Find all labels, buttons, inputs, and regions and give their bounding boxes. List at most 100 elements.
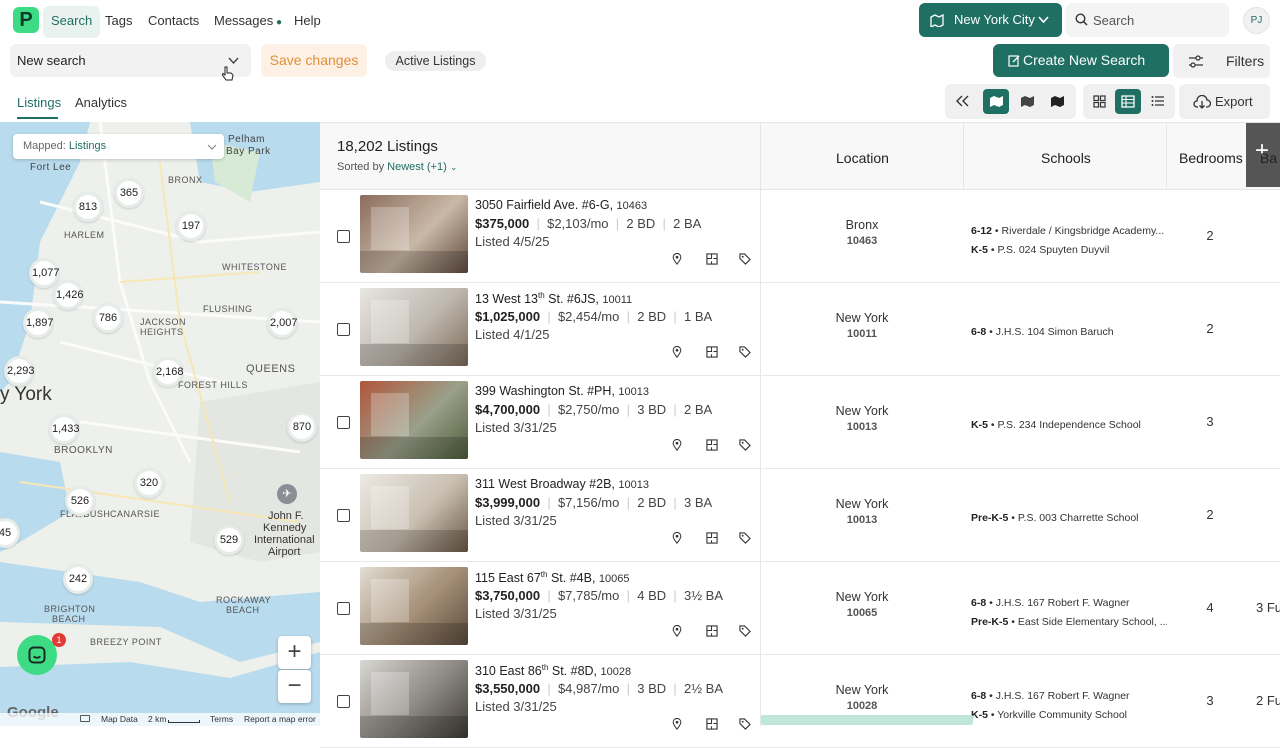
map-cluster[interactable]: 786 (93, 303, 123, 333)
map-pin-icon[interactable] (671, 532, 683, 544)
listing-date: Listed 3/31/25 (475, 699, 557, 714)
listing-photo[interactable] (360, 381, 468, 459)
listing-row[interactable]: 399 Washington St. #PH, 10013 $4,700,000… (320, 376, 1280, 469)
list-view-button[interactable] (1145, 89, 1171, 114)
nav-tags[interactable]: Tags (97, 6, 140, 38)
filters-button[interactable]: Filters (1173, 44, 1270, 78)
map-cluster[interactable]: 2,168 (153, 357, 184, 387)
table-view-button[interactable] (1115, 89, 1141, 114)
sort-control[interactable]: Sorted by Newest (+1) ⌄ (337, 161, 457, 173)
row-select-checkbox[interactable] (337, 416, 350, 429)
export-label: Export (1215, 94, 1253, 109)
listing-address-line[interactable]: 311 West Broadway #2B, 10013 (475, 477, 649, 491)
map-cluster[interactable]: 320 (134, 468, 164, 498)
row-select-checkbox[interactable] (337, 230, 350, 243)
map-cluster[interactable]: 526 (65, 486, 95, 516)
horizontal-scrollbar[interactable] (761, 715, 973, 725)
listings-map[interactable]: Pelham Bay Park Fort Lee BRONX HARLEM WH… (0, 122, 320, 726)
tag-icon[interactable] (739, 439, 751, 451)
map-cluster[interactable]: 813 (73, 192, 103, 222)
app-logo[interactable]: P (13, 7, 39, 33)
tag-icon[interactable] (739, 718, 751, 730)
tag-icon[interactable] (739, 253, 751, 265)
nav-messages[interactable]: Messages ● (206, 6, 290, 38)
tag-icon[interactable] (739, 346, 751, 358)
listing-photo[interactable] (360, 195, 468, 273)
tab-analytics[interactable]: Analytics (75, 95, 127, 110)
listing-address-line[interactable]: 13 West 13th St. #6JS, 10011 (475, 291, 632, 306)
map-pin-icon[interactable] (671, 718, 683, 730)
listing-address-line[interactable]: 399 Washington St. #PH, 10013 (475, 384, 649, 398)
map-pin-icon[interactable] (671, 439, 683, 451)
listing-address-line[interactable]: 3050 Fairfield Ave. #6-G, 10463 (475, 198, 647, 212)
map-pin-icon[interactable] (671, 625, 683, 637)
export-button[interactable]: Export (1179, 84, 1270, 119)
map-cluster[interactable]: 2,007 (267, 308, 298, 338)
city-selector-button[interactable]: New York City (919, 3, 1062, 37)
zoom-out-button[interactable]: − (278, 670, 311, 703)
user-avatar[interactable]: PJ (1243, 7, 1270, 34)
save-changes-button[interactable]: Save changes (261, 44, 367, 77)
map-half-view-button[interactable] (1014, 89, 1040, 114)
column-header-location[interactable]: Location (836, 150, 889, 166)
listing-row[interactable]: 115 East 67th St. #4B, 10065 $3,750,000 … (320, 562, 1280, 655)
nav-search[interactable]: Search (43, 6, 101, 38)
mapped-layer-select[interactable]: Mapped: Listings (13, 134, 224, 159)
row-select-checkbox[interactable] (337, 695, 350, 708)
map-terms-link[interactable]: Terms (210, 714, 233, 724)
map-cluster[interactable]: 365 (114, 178, 144, 208)
tab-listings[interactable]: Listings (17, 95, 61, 110)
map-cluster[interactable]: 529 (214, 525, 244, 555)
map-cluster[interactable]: 1,077 (29, 258, 60, 288)
add-column-button[interactable]: + Ba (1246, 123, 1280, 187)
collapse-map-button[interactable] (949, 89, 975, 114)
floorplan-icon[interactable] (706, 532, 718, 544)
floorplan-icon[interactable] (706, 346, 718, 358)
map-report-link[interactable]: Report a map error (244, 714, 316, 724)
floorplan-icon[interactable] (706, 718, 718, 730)
grid-view-button[interactable] (1086, 89, 1112, 114)
floorplan-icon[interactable] (706, 439, 718, 451)
floorplan-icon[interactable] (706, 625, 718, 637)
tag-icon[interactable] (739, 625, 751, 637)
map-pin-icon[interactable] (671, 346, 683, 358)
map-cluster[interactable]: 1,433 (49, 414, 80, 444)
chat-launcher-button[interactable] (17, 635, 57, 675)
listing-address-line[interactable]: 310 East 86th St. #8D, 10028 (475, 663, 631, 678)
map-split-view-button[interactable] (983, 89, 1009, 114)
global-search-input[interactable]: Search (1066, 3, 1229, 37)
tag-icon[interactable] (739, 532, 751, 544)
floorplan-icon[interactable] (706, 253, 718, 265)
listing-row[interactable]: 311 West Broadway #2B, 10013 $3,999,000 … (320, 469, 1280, 562)
row-select-checkbox[interactable] (337, 602, 350, 615)
listing-row[interactable]: 3050 Fairfield Ave. #6-G, 10463 $375,000… (320, 190, 1280, 283)
map-cluster[interactable]: 242 (63, 564, 93, 594)
map-pin-icon[interactable] (671, 253, 683, 265)
listing-photo[interactable] (360, 660, 468, 738)
create-new-search-button[interactable]: Create New Search (993, 44, 1169, 77)
listing-address-line[interactable]: 115 East 67th St. #4B, 10065 (475, 570, 630, 585)
nav-contacts[interactable]: Contacts (140, 6, 207, 38)
map-full-view-button[interactable] (1044, 89, 1070, 114)
listing-row[interactable]: 13 West 13th St. #6JS, 10011 $1,025,000 … (320, 283, 1280, 376)
active-listings-chip[interactable]: Active Listings (385, 51, 486, 71)
listing-photo[interactable] (360, 474, 468, 552)
map-cluster[interactable]: 1,426 (53, 280, 84, 310)
map-cluster[interactable]: 2,293 (4, 356, 35, 386)
column-header-schools[interactable]: Schools (1041, 150, 1091, 166)
map-cluster[interactable]: 1,897 (23, 308, 54, 338)
listing-photo[interactable] (360, 288, 468, 366)
school-grade: 6-8 (971, 597, 987, 609)
map-cluster[interactable]: 870 (287, 412, 317, 442)
map-data-link[interactable]: Map Data (101, 714, 138, 724)
listing-row[interactable]: 310 East 86th St. #8D, 10028 $3,550,000 … (320, 655, 1280, 748)
column-header-bedrooms[interactable]: Bedrooms (1179, 150, 1243, 166)
listing-photo[interactable] (360, 567, 468, 645)
row-select-checkbox[interactable] (337, 509, 350, 522)
zoom-in-button[interactable]: + (278, 636, 311, 669)
keyboard-icon[interactable] (80, 715, 90, 722)
map-cluster[interactable]: 197 (176, 211, 206, 241)
nav-help[interactable]: Help (286, 6, 329, 38)
saved-search-dropdown[interactable]: New search (10, 44, 251, 77)
row-select-checkbox[interactable] (337, 323, 350, 336)
